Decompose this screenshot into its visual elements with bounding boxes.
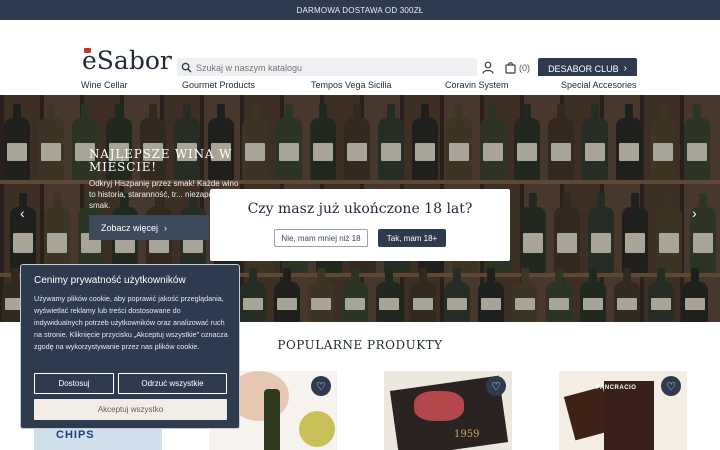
- promo-bar: DARMOWA DOSTAWA OD 300ZŁ: [0, 0, 720, 20]
- chevron-right-icon: ›: [164, 222, 168, 233]
- nav-item-tempos-vega-sicilia[interactable]: Tempos Vega Sicilia: [311, 80, 392, 90]
- product-label: 1959: [454, 429, 480, 440]
- hero-cta-label: Zobacz więcej: [101, 222, 159, 233]
- under-18-button[interactable]: Nie, mam mniej niż 18: [274, 229, 368, 247]
- main-nav: Wine Cellar Gourmet Products Tempos Vega…: [0, 76, 720, 95]
- reject-all-cookies-button[interactable]: Odrzuć wszystkie: [118, 373, 227, 394]
- product-label: PANCRACIO: [596, 385, 637, 391]
- oil-bottle-image: [264, 389, 280, 450]
- search-icon: [181, 62, 192, 73]
- carousel-next-icon[interactable]: ›: [692, 205, 697, 221]
- over-18-button[interactable]: Tak, mam 18+: [378, 229, 446, 247]
- age-modal-title: Czy masz już ukończone 18 lat?: [247, 201, 473, 217]
- site-header: eSabor SPANISH GOURMET & WINE (0) DESABO…: [0, 20, 720, 80]
- age-verification-modal: Czy masz już ukończone 18 lat? Nie, mam …: [210, 189, 510, 261]
- nav-item-gourmet-products[interactable]: Gourmet Products: [182, 80, 255, 90]
- cart-button[interactable]: (0): [504, 61, 530, 74]
- cart-icon: [505, 62, 516, 74]
- carousel-prev-icon[interactable]: ‹: [20, 205, 25, 221]
- user-icon[interactable]: [482, 61, 494, 74]
- nav-item-coravin-system[interactable]: Coravin System: [445, 80, 509, 90]
- nav-item-special-accesories[interactable]: Special Accesories: [561, 80, 637, 90]
- promo-text: DARMOWA DOSTAWA OD 300ZŁ: [296, 5, 424, 15]
- cart-count: (0): [519, 62, 530, 73]
- product-card[interactable]: 1959 ♡: [384, 371, 512, 450]
- club-label: DESABOR CLUB: [548, 63, 619, 74]
- cookie-text: Używamy plików cookie, aby poprawić jako…: [34, 294, 228, 351]
- product-image: [604, 381, 654, 450]
- logo-wordmark: eSabor: [82, 46, 172, 75]
- customize-cookies-button[interactable]: Dostosuj: [34, 373, 114, 394]
- search-bar: [177, 58, 477, 77]
- product-image: [34, 426, 162, 450]
- accept-all-cookies-button[interactable]: Akceptuj wszystko: [34, 399, 227, 420]
- olive-bowl-image: [299, 411, 335, 447]
- hero-cta-button[interactable]: Zobacz więcej ›: [89, 215, 209, 240]
- cookie-consent-panel: Cenimy prywatność użytkowników Używamy p…: [20, 264, 240, 429]
- product-label: CHIPS: [56, 429, 95, 441]
- chevron-right-icon: ›: [623, 63, 627, 74]
- product-card[interactable]: PANCRACIO ♡: [559, 371, 687, 450]
- wishlist-heart-icon[interactable]: ♡: [311, 376, 331, 396]
- cookie-title: Cenimy prywatność użytkowników: [34, 275, 186, 286]
- hero-title: NAJLEPSZE WINA W MIEŚCIE!: [89, 147, 233, 174]
- ham-slice-image: [414, 391, 464, 421]
- wishlist-heart-icon[interactable]: ♡: [486, 376, 506, 396]
- search-input[interactable]: [196, 62, 466, 73]
- nav-item-wine-cellar[interactable]: Wine Cellar: [81, 80, 128, 90]
- wishlist-heart-icon[interactable]: ♡: [661, 376, 681, 396]
